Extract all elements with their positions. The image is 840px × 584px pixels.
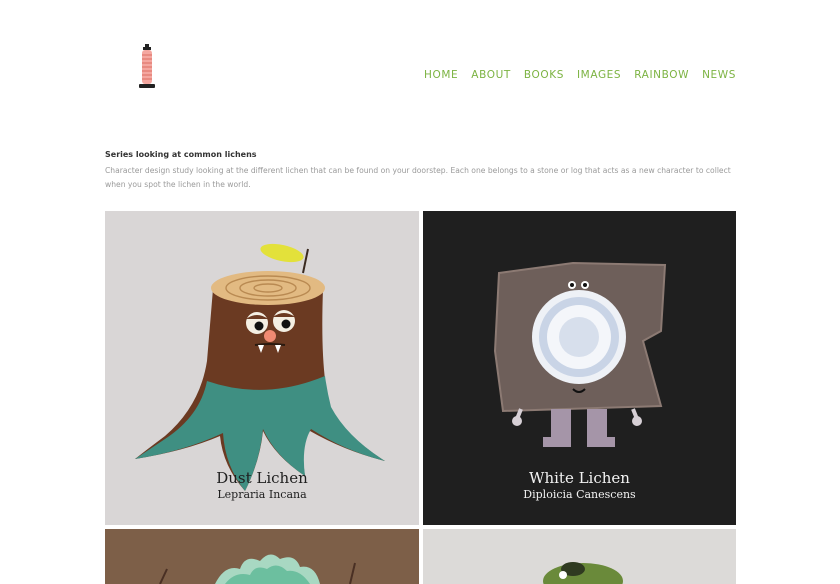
page-description: Character design study looking at the di… bbox=[105, 166, 731, 189]
nav-about[interactable]: ABOUT bbox=[471, 68, 511, 82]
nav-home[interactable]: HOME bbox=[424, 68, 458, 82]
nav-news[interactable]: NEWS bbox=[702, 68, 736, 82]
intro-section: Series looking at common lichens Charact… bbox=[105, 150, 737, 192]
page-title: Series looking at common lichens bbox=[105, 150, 257, 159]
gallery-item-white-lichen[interactable]: White Lichen Diploicia Canescens bbox=[423, 211, 736, 525]
gallery-item-3[interactable] bbox=[105, 529, 419, 584]
lichen-illustration bbox=[159, 554, 356, 584]
tile-scientific-name: Lepraria Incana bbox=[217, 488, 307, 501]
nav-images[interactable]: IMAGES bbox=[577, 68, 621, 82]
tile-title: White Lichen bbox=[529, 469, 630, 487]
nav-rainbow[interactable]: RAINBOW bbox=[634, 68, 689, 82]
main-nav: HOME ABOUT BOOKS IMAGES RAINBOW NEWS bbox=[424, 68, 736, 82]
gallery-item-4[interactable] bbox=[423, 529, 736, 584]
tile-scientific-name: Diploicia Canescens bbox=[523, 488, 636, 501]
lichen-illustration bbox=[543, 562, 623, 584]
lighthouse-icon[interactable] bbox=[134, 44, 160, 92]
gallery-item-dust-lichen[interactable]: Dust Lichen Lepraria Incana bbox=[105, 211, 419, 525]
tile-title: Dust Lichen bbox=[216, 469, 308, 487]
nav-books[interactable]: BOOKS bbox=[524, 68, 564, 82]
